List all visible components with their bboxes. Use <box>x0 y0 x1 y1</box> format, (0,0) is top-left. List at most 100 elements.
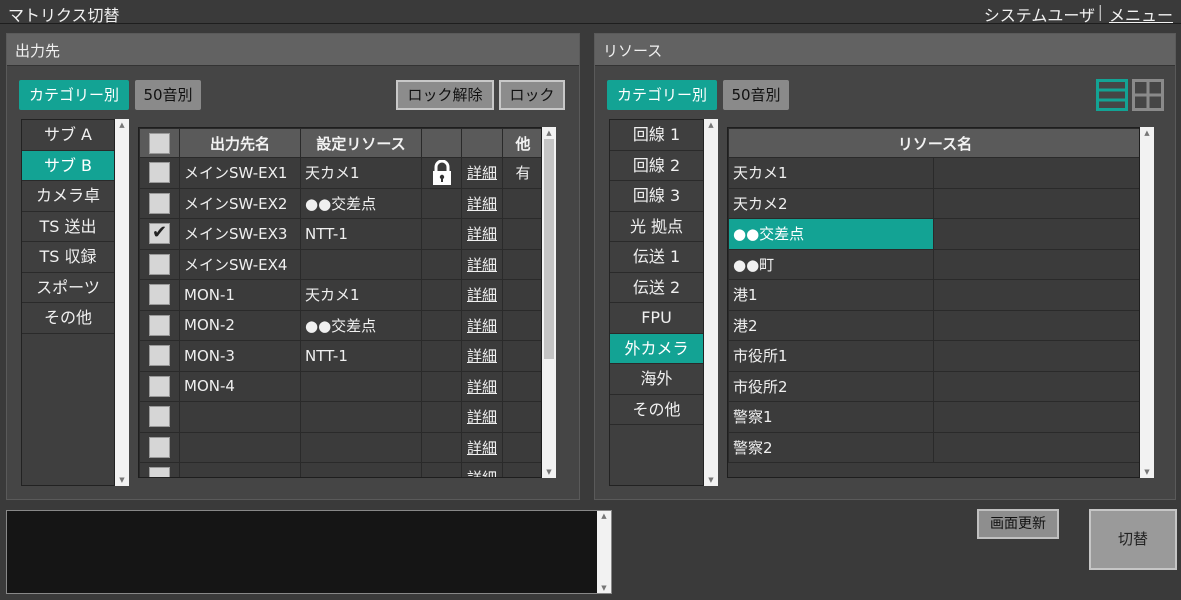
detail-link[interactable]: 詳細 <box>467 195 497 213</box>
resource-category-item[interactable]: 海外 <box>610 364 703 395</box>
scroll-down-icon[interactable]: ▼ <box>542 468 556 476</box>
table-row[interactable]: 市役所2 <box>728 370 1139 402</box>
resource-category-item[interactable]: FPU <box>610 303 703 334</box>
output-category-item[interactable]: TS 送出 <box>22 211 114 242</box>
output-category-item[interactable]: TS 収録 <box>22 242 114 273</box>
detail-link[interactable]: 詳細 <box>467 439 497 457</box>
other-cell <box>502 187 541 219</box>
unlock-button[interactable]: ロック解除 <box>396 80 494 110</box>
refresh-button[interactable]: 画面更新 <box>977 509 1059 539</box>
table-row[interactable]: 詳細 <box>139 401 541 433</box>
resource-name-cell[interactable]: 警察2 <box>728 431 934 463</box>
table-row[interactable]: 詳細 <box>139 431 541 463</box>
scroll-up-icon[interactable]: ▲ <box>1140 129 1154 137</box>
detail-link[interactable]: 詳細 <box>467 286 497 304</box>
output-tab-kana[interactable]: 50音別 <box>135 80 201 110</box>
row-checkbox[interactable] <box>149 436 170 458</box>
table-row[interactable]: 天カメ1 <box>728 157 1139 189</box>
table-row[interactable]: MON-4 詳細 <box>139 370 541 402</box>
detail-link[interactable]: 詳細 <box>467 347 497 365</box>
output-category-item[interactable]: スポーツ <box>22 272 114 303</box>
table-row[interactable]: メインSW-EX2 ●●交差点 詳細 <box>139 187 541 219</box>
table-row[interactable]: メインSW-EX4 詳細 <box>139 248 541 280</box>
table-row[interactable]: ●●交差点 <box>728 218 1139 250</box>
output-category-item[interactable]: カメラ卓 <box>22 181 114 212</box>
row-checkbox[interactable] <box>149 467 170 477</box>
scroll-up-icon[interactable]: ▲ <box>704 121 718 129</box>
resource-category-item[interactable]: 回線 1 <box>610 120 703 151</box>
table-row[interactable]: 警察1 <box>728 401 1139 433</box>
scroll-down-icon[interactable]: ▼ <box>1140 468 1154 476</box>
scroll-down-icon[interactable]: ▼ <box>597 584 611 592</box>
resource-name-cell[interactable]: 警察1 <box>728 401 934 433</box>
table-row[interactable]: MON-2 ●●交差点 詳細 <box>139 309 541 341</box>
table-row[interactable]: ●●町 <box>728 248 1139 280</box>
resource-category-scrollbar[interactable]: ▲ ▼ <box>704 119 718 486</box>
lock-button[interactable]: ロック <box>499 80 565 110</box>
detail-link[interactable]: 詳細 <box>467 225 497 243</box>
output-tab-category[interactable]: カテゴリー別 <box>19 80 129 110</box>
output-category-item[interactable]: サブ A <box>22 120 114 151</box>
resource-name-cell[interactable]: 港2 <box>728 309 934 341</box>
table-row[interactable]: 港2 <box>728 309 1139 341</box>
output-category-scrollbar[interactable]: ▲ ▼ <box>115 119 129 486</box>
resource-name-cell[interactable]: 市役所2 <box>728 370 934 402</box>
table-row[interactable]: メインSW-EX3NTT-1 詳細 <box>139 218 541 250</box>
row-checkbox[interactable] <box>149 406 170 428</box>
output-category-item[interactable]: サブ B <box>22 150 114 181</box>
table-row[interactable]: 港1 <box>728 279 1139 311</box>
table-row[interactable]: 警察2 <box>728 431 1139 463</box>
resource-category-item[interactable]: 回線 2 <box>610 150 703 181</box>
detail-link[interactable]: 詳細 <box>467 164 497 182</box>
scroll-down-icon[interactable]: ▼ <box>704 476 718 484</box>
output-table-scrollbar[interactable]: ▲ ▼ <box>542 127 556 478</box>
resource-name-cell[interactable]: ●●交差点 <box>728 218 934 250</box>
message-log[interactable] <box>6 510 612 594</box>
detail-link[interactable]: 詳細 <box>467 256 497 274</box>
row-checkbox[interactable] <box>149 192 170 214</box>
scroll-up-icon[interactable]: ▲ <box>597 512 611 520</box>
detail-link[interactable]: 詳細 <box>467 317 497 335</box>
resource-tab-kana[interactable]: 50音別 <box>723 80 789 110</box>
table-row[interactable]: 市役所1 <box>728 340 1139 372</box>
resource-name-cell[interactable]: 港1 <box>728 279 934 311</box>
resource-category-item[interactable]: 伝送 1 <box>610 242 703 273</box>
resource-name-cell[interactable]: ●●町 <box>728 248 934 280</box>
resource-category-item[interactable]: 伝送 2 <box>610 272 703 303</box>
resource-category-item[interactable]: 外カメラ <box>610 333 703 364</box>
resource-category-item[interactable]: その他 <box>610 394 703 425</box>
resource-tab-category[interactable]: カテゴリー別 <box>607 80 717 110</box>
resource-name-cell[interactable]: 天カメ1 <box>728 157 934 189</box>
resource-category-item[interactable]: 回線 3 <box>610 181 703 212</box>
row-checkbox[interactable] <box>149 375 170 397</box>
resource-category-item[interactable]: 光 拠点 <box>610 211 703 242</box>
menu-link[interactable]: メニュー <box>1109 2 1173 26</box>
resource-name-cell[interactable]: 市役所1 <box>728 340 934 372</box>
scroll-up-icon[interactable]: ▲ <box>542 129 556 137</box>
row-checkbox[interactable] <box>149 253 170 275</box>
table-row[interactable]: 詳細 <box>139 462 541 477</box>
list-view-icon[interactable] <box>1096 79 1128 111</box>
resource-table-scrollbar[interactable]: ▲ ▼ <box>1140 127 1154 478</box>
detail-link[interactable]: 詳細 <box>467 469 497 477</box>
select-all-checkbox[interactable] <box>149 132 170 154</box>
switch-button[interactable]: 切替 <box>1089 509 1177 570</box>
scroll-thumb[interactable] <box>544 139 554 359</box>
scroll-down-icon[interactable]: ▼ <box>115 476 129 484</box>
detail-link[interactable]: 詳細 <box>467 408 497 426</box>
grid-view-icon[interactable] <box>1132 79 1164 111</box>
table-row[interactable]: メインSW-EX1 天カメ1 詳細有 <box>139 157 541 189</box>
table-row[interactable]: MON-3 NTT-1 詳細 <box>139 340 541 372</box>
output-category-item[interactable]: その他 <box>22 303 114 334</box>
detail-link[interactable]: 詳細 <box>467 378 497 396</box>
scroll-up-icon[interactable]: ▲ <box>115 121 129 129</box>
table-row[interactable]: MON-1 天カメ1 詳細 <box>139 279 541 311</box>
message-log-scrollbar[interactable]: ▲ ▼ <box>597 511 611 593</box>
row-checkbox[interactable] <box>149 314 170 336</box>
row-checkbox[interactable] <box>149 284 170 306</box>
resource-name-cell[interactable]: 天カメ2 <box>728 187 934 219</box>
row-checkbox[interactable] <box>149 345 170 367</box>
table-row[interactable]: 天カメ2 <box>728 187 1139 219</box>
row-checkbox[interactable] <box>149 162 170 184</box>
row-checkbox[interactable] <box>149 222 170 245</box>
